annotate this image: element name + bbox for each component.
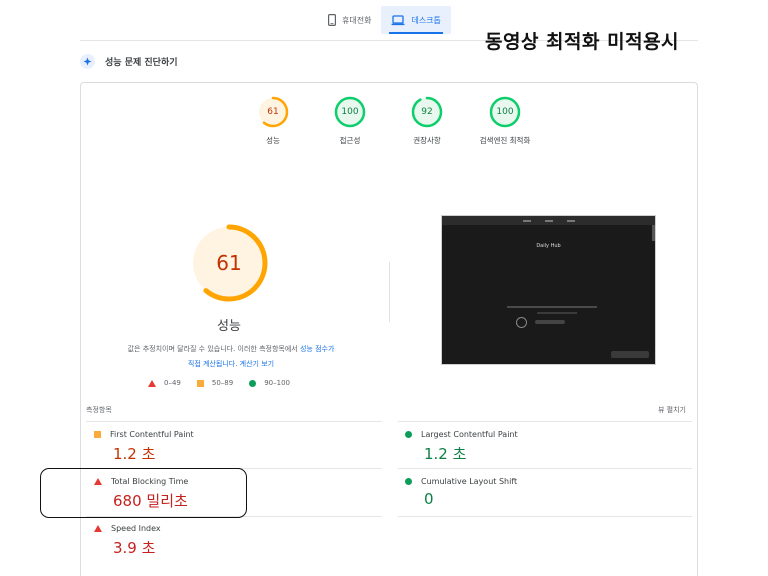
- tab-desktop[interactable]: 데스크톱: [381, 6, 451, 34]
- section-divider: [389, 262, 390, 322]
- legend-item-average: 50–89: [196, 379, 234, 387]
- thumbnail-controls: [611, 351, 649, 358]
- metric-name: Speed Index: [111, 524, 161, 533]
- gauge-score: 100: [341, 107, 359, 117]
- metric-divider: [86, 421, 382, 422]
- thumbnail-text-line: [537, 312, 577, 314]
- thumbnail-nav-bar: [442, 216, 655, 225]
- metric-value: 1.2 초: [424, 445, 467, 463]
- square-icon: [94, 431, 101, 438]
- calculated-link[interactable]: 직접 계산됩니다.: [188, 360, 238, 368]
- performance-gauge-large: 61: [189, 223, 269, 303]
- tab-mobile[interactable]: 휴대전화: [318, 6, 381, 34]
- smartphone-icon: [328, 14, 336, 26]
- metric-divider: [398, 421, 692, 422]
- laptop-icon: [391, 14, 405, 25]
- gauge-score: 92: [421, 107, 433, 117]
- description-text: 값은 추정치이며 달라질 수 있습니다. 이러한 측정항목에서: [127, 345, 300, 353]
- legend-range: 90–100: [264, 379, 290, 387]
- triangle-icon: [94, 525, 102, 532]
- thumbnail-info-icon: [516, 317, 527, 328]
- gauge-score: 61: [267, 107, 279, 117]
- diagnose-section-header[interactable]: 성능 문제 진단하기: [80, 54, 178, 69]
- metrics-header: 측정항목: [86, 406, 112, 414]
- diagnose-label: 성능 문제 진단하기: [105, 58, 178, 68]
- score-description: 값은 추정치이며 달라질 수 있습니다. 이러한 측정항목에서 성능 점수가 직…: [100, 342, 362, 372]
- performance-label: 성능: [217, 319, 241, 334]
- expand-view-toggle[interactable]: 뷰 펼치기: [658, 405, 686, 415]
- legend-item-good: 90–100: [249, 379, 290, 387]
- performance-score: 61: [216, 251, 242, 275]
- metric-divider: [398, 468, 692, 469]
- category-gauge-performance[interactable]: 61 성능: [238, 96, 308, 146]
- gauge-label: 권장사항: [413, 136, 441, 145]
- circle-icon: [405, 431, 412, 438]
- lighthouse-icon: [80, 54, 95, 69]
- gauge-score: 100: [496, 107, 514, 117]
- metric-name: First Contentful Paint: [110, 430, 194, 439]
- legend-item-poor: 0–49: [148, 379, 181, 387]
- circle-icon: [405, 478, 412, 485]
- legend-range: 0–49: [164, 379, 181, 387]
- category-gauge-accessibility[interactable]: 100 접근성: [315, 96, 385, 146]
- metric-name: Largest Contentful Paint: [421, 430, 518, 439]
- metric-divider: [398, 516, 692, 517]
- thumbnail-app-title: Daily Hub: [536, 243, 561, 249]
- thumbnail-scrollbar: [652, 225, 655, 241]
- metric-lcp: Largest Contentful Paint 1.2 초: [405, 430, 655, 464]
- square-icon: [196, 379, 204, 387]
- metric-name: Cumulative Layout Shift: [421, 477, 518, 486]
- overlay-annotation-title: 동영상 최적화 미적용시: [485, 31, 680, 53]
- tab-mobile-label: 휴대전화: [342, 15, 372, 25]
- tab-desktop-label: 데스크톱: [411, 15, 441, 25]
- gauge-label: 성능: [266, 136, 280, 145]
- thumbnail-text-line: [507, 306, 597, 308]
- highlight-annotation-box: [40, 468, 247, 518]
- metric-speed-index: Speed Index 3.9 초: [94, 524, 344, 558]
- metric-cls: Cumulative Layout Shift 0: [405, 477, 655, 508]
- legend-range: 50–89: [211, 379, 234, 387]
- calculator-link[interactable]: 계산기 보기: [240, 360, 274, 368]
- circle-icon: [249, 379, 257, 387]
- metric-value: 0: [424, 490, 434, 508]
- device-tabs: 휴대전화 데스크톱: [318, 6, 451, 34]
- gauge-label: 검색엔진 최적화: [479, 136, 531, 145]
- category-gauge-best-practices[interactable]: 92 권장사항: [392, 96, 462, 146]
- metric-value: 3.9 초: [113, 539, 156, 557]
- thumbnail-button: [535, 320, 565, 324]
- gauge-label: 접근성: [339, 136, 361, 145]
- perf-score-link[interactable]: 성능 점수가: [300, 345, 334, 353]
- category-gauge-seo[interactable]: 100 검색엔진 최적화: [470, 96, 540, 146]
- metric-fcp: First Contentful Paint 1.2 초: [94, 430, 344, 464]
- score-legend: 0–49 50–89 90–100: [148, 379, 290, 387]
- final-screenshot-thumbnail[interactable]: Daily Hub: [441, 215, 656, 365]
- metric-value: 1.2 초: [113, 445, 156, 463]
- triangle-icon: [148, 379, 156, 387]
